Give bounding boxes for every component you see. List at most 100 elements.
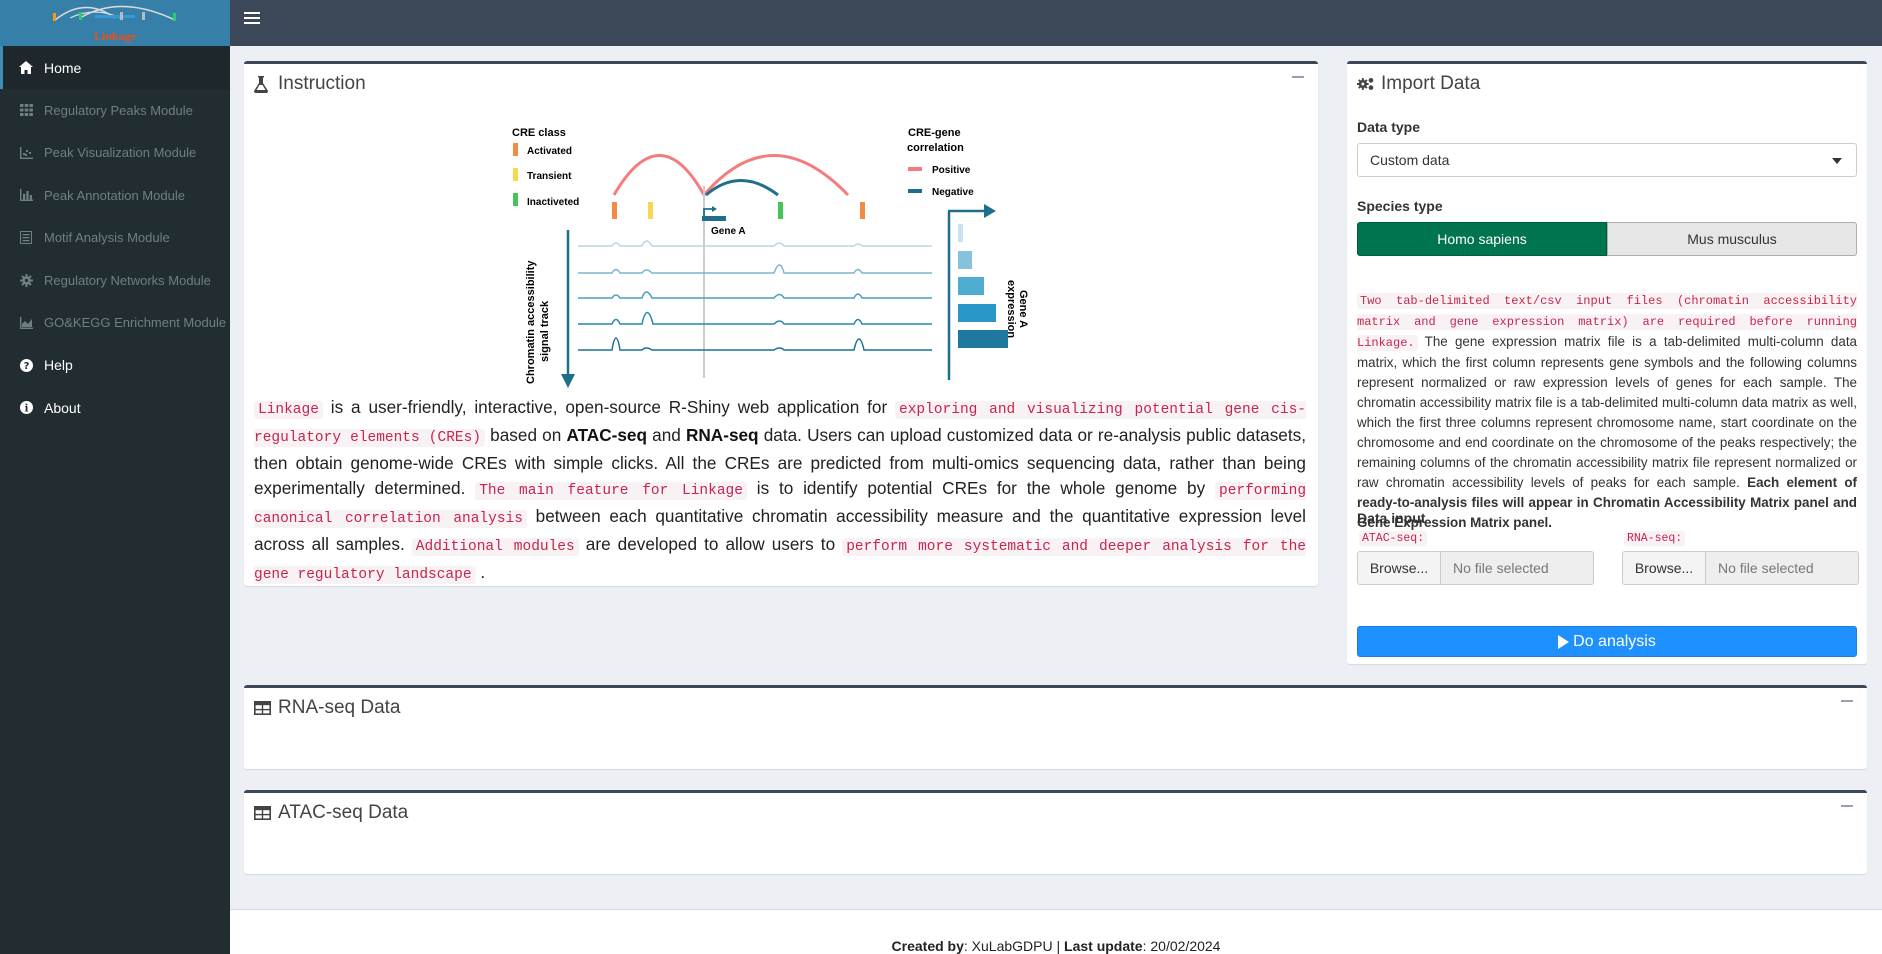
legend-transient: Transient — [527, 171, 572, 182]
linkage-logo-graphic: Linkage — [53, 5, 176, 43]
instruction-collapse-button[interactable] — [1292, 76, 1304, 78]
hamburger-menu-icon[interactable] — [244, 12, 260, 26]
sidebar-item-regulatory-peaks[interactable]: Regulatory Peaks Module — [0, 89, 230, 132]
sidebar-item-label: Peak Annotation Module — [44, 187, 185, 203]
desc-text: based on — [485, 425, 567, 445]
sidebar-item-peak-annotation[interactable]: Peak Annotation Module — [0, 174, 230, 217]
do-analysis-label: Do analysis — [1573, 632, 1656, 650]
rna-file-input: Browse... No file selected — [1622, 551, 1859, 585]
sidebar-menu: Home Regulatory Peaks Module Peak Visual… — [0, 46, 230, 429]
legend-negative: Negative — [932, 187, 974, 198]
atac-file-input: Browse... No file selected — [1357, 551, 1594, 585]
sidebar-item-label: Home — [44, 59, 82, 76]
sidebar-item-label: GO&KEGG Enrichment Module — [44, 315, 227, 331]
area-chart-icon — [18, 315, 34, 331]
info-circle-icon: i — [18, 400, 34, 416]
species-type-label: Species type — [1357, 198, 1443, 214]
sidebar-item-home[interactable]: Home — [0, 46, 230, 89]
rna-seq-header: RNA-seq Data — [244, 688, 1867, 728]
transient-swatch — [513, 168, 518, 181]
data-type-select[interactable]: Custom data — [1357, 143, 1857, 177]
import-instructions: Two tab-delimited text/csv input files (… — [1357, 290, 1857, 533]
atac-seq-label: ATAC-seq: — [1359, 531, 1428, 546]
sidebar-item-label: Motif Analysis Module — [44, 230, 170, 246]
legend-inactivated: Inactiveted — [527, 197, 579, 208]
last-update-value: : 20/02/2024 — [1142, 938, 1221, 954]
sidebar-item-go-kegg[interactable]: GO&KEGG Enrichment Module — [0, 302, 230, 345]
desc-text: are developed to allow users to — [578, 534, 843, 554]
instruction-header: Instruction — [244, 64, 1318, 104]
sidebar-item-label: Regulatory Peaks Module — [44, 102, 193, 118]
import-body-text: The gene expression matrix file is a tab… — [1357, 334, 1857, 490]
instruction-box: Instruction CRE class Activated Transien… — [244, 61, 1318, 586]
svg-text:i: i — [24, 404, 28, 415]
atac-browse-button[interactable]: Browse... — [1357, 551, 1441, 585]
sidebar-item-label: Help — [44, 357, 73, 374]
corr-title-2: correlation — [907, 142, 964, 154]
corr-title-1: CRE-gene — [908, 127, 961, 139]
positive-swatch — [908, 167, 922, 171]
sidebar-item-about[interactable]: i About — [0, 387, 230, 430]
desc-bold-rna: RNA-seq — [685, 425, 759, 445]
atac-seq-header: ATAC-seq Data — [244, 793, 1867, 833]
import-title: Import Data — [1381, 73, 1481, 94]
atac-seq-data-box: ATAC-seq Data — [244, 790, 1867, 874]
import-header: Import Data — [1347, 64, 1867, 104]
gene-a-label: Gene A — [711, 226, 746, 237]
bar-chart-icon — [18, 187, 34, 203]
sidebar-item-label: Peak Visualization Module — [44, 145, 197, 161]
created-by-label: Created by — [891, 938, 964, 954]
data-type-value: Custom data — [1370, 152, 1450, 168]
atac-seq-title: ATAC-seq Data — [278, 802, 409, 823]
gears-icon — [1357, 75, 1375, 93]
footer-text: Created by: XuLabGDPU | Last update: 20/… — [230, 938, 1882, 954]
inactivated-swatch — [513, 193, 518, 206]
cre-class-title: CRE class — [512, 127, 566, 139]
y-label-1: Chromatin accessibility — [525, 260, 537, 384]
desc-text: . — [475, 562, 486, 582]
instruction-title: Instruction — [278, 73, 366, 94]
legend-positive: Positive — [932, 165, 971, 176]
table-icon — [254, 699, 272, 717]
list-icon — [18, 230, 34, 246]
do-analysis-button[interactable]: Do analysis — [1357, 626, 1857, 657]
sidebar: Linkage Home Regulatory Peaks Module Pea… — [0, 0, 230, 954]
instruction-description: Linkage is a user-friendly, interactive,… — [254, 395, 1307, 588]
flask-icon — [254, 75, 272, 93]
grid-icon — [18, 102, 34, 118]
play-icon — [1558, 634, 1570, 649]
legend-activated: Activated — [527, 146, 572, 157]
data-input-label: Data input — [1357, 510, 1426, 526]
desc-text: is to identify potential CREs for the wh… — [746, 478, 1215, 498]
rna-seq-label: RNA-seq: — [1624, 531, 1686, 546]
positive-arc — [702, 154, 850, 197]
home-icon — [18, 60, 34, 76]
logo[interactable]: Linkage — [0, 0, 230, 46]
scatter-icon — [18, 145, 34, 161]
sidebar-item-peak-visualization[interactable]: Peak Visualization Module — [0, 132, 230, 175]
import-data-box: Import Data Data type Custom data Specie… — [1347, 61, 1867, 664]
atac-seq-collapse-button[interactable] — [1841, 805, 1853, 807]
species-homo-sapiens-button[interactable]: Homo sapiens — [1357, 222, 1607, 256]
sidebar-item-label: Regulatory Networks Module — [44, 272, 211, 288]
atac-file-name: No file selected — [1441, 551, 1594, 585]
desc-text: and — [646, 425, 686, 445]
rna-browse-button[interactable]: Browse... — [1622, 551, 1706, 585]
last-update-label: Last update — [1064, 938, 1143, 954]
footer: Created by: XuLabGDPU | Last update: 20/… — [230, 909, 1882, 954]
species-mus-musculus-button[interactable]: Mus musculus — [1607, 222, 1857, 256]
rna-seq-collapse-button[interactable] — [1841, 700, 1853, 702]
rna-seq-title: RNA-seq Data — [278, 697, 401, 718]
expr-label-2: expression — [1005, 280, 1017, 338]
positive-arc — [612, 154, 706, 196]
y-label-2: signal track — [539, 300, 551, 362]
svg-text:?: ? — [23, 361, 29, 372]
sidebar-item-help[interactable]: ? Help — [0, 344, 230, 387]
activated-swatch — [513, 143, 518, 156]
expr-label-1: Gene A — [1017, 290, 1029, 328]
sidebar-item-motif-analysis[interactable]: Motif Analysis Module — [0, 217, 230, 260]
sidebar-item-regulatory-networks[interactable]: Regulatory Networks Module — [0, 259, 230, 302]
gear-icon — [18, 272, 34, 288]
code-additional: Additional modules — [411, 538, 579, 556]
chevron-down-icon — [1832, 158, 1842, 164]
